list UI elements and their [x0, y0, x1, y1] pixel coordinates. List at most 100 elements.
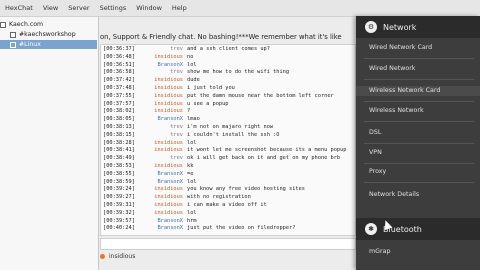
chat-row: [00:38:49] trev ok i will get back on it a…	[103, 155, 340, 162]
nick[interactable]: trev	[145, 124, 183, 131]
timestamp: [00:38:49]	[103, 155, 135, 162]
network-item[interactable]: VPN	[369, 148, 480, 158]
network-header-label: Network	[383, 22, 417, 32]
message-text: lol	[187, 139, 197, 146]
nick-button[interactable]: insidious	[100, 251, 135, 261]
chat-row: [00:38:05] BransonX lmao	[103, 116, 200, 123]
menu-item[interactable]: HexChat	[0, 4, 38, 12]
nick[interactable]: BransonX	[145, 62, 183, 69]
channel-name: #kaechsworkshop	[19, 31, 76, 38]
nick[interactable]: insidious	[145, 54, 183, 61]
menu-item[interactable]: Window	[131, 4, 167, 12]
separator	[364, 182, 474, 183]
nick[interactable]: insidious	[145, 202, 183, 209]
bluetooth-item[interactable]: mGrap	[369, 247, 480, 257]
timestamp: [00:38:53]	[103, 163, 135, 169]
network-item[interactable]: Wireless Network Card	[356, 86, 480, 96]
timestamp: [00:38:13]	[103, 124, 135, 130]
channel-icon	[10, 31, 16, 38]
message-text: ?	[187, 108, 191, 115]
chat-row: [00:37:48] insidious i just told you	[103, 85, 235, 92]
nick[interactable]: insidious	[145, 108, 183, 115]
separator	[364, 101, 474, 102]
separator	[364, 143, 474, 144]
timestamp: [00:39:31]	[103, 202, 135, 208]
chat-row: [00:40:24] BransonX just put the video on …	[103, 225, 295, 232]
timestamp: [00:39:24]	[103, 186, 135, 193]
network-item[interactable]: Proxy	[369, 167, 480, 177]
message-text: you know any free video hosting sites	[187, 186, 305, 193]
chat-row: [00:38:59] BransonX lol	[103, 179, 197, 186]
nick[interactable]: insidious	[145, 101, 183, 108]
tree-channel-item[interactable]: #kaechsworkshop	[0, 30, 97, 39]
chat-row: [00:37:55] insidious put the damn mouse ne…	[103, 93, 334, 100]
chat-row: [00:39:24] insidious you know any free vid…	[103, 186, 305, 193]
nick[interactable]: BransonX	[145, 171, 183, 178]
chat-row: [00:38:28] insidious lol	[103, 140, 197, 147]
nick[interactable]: insidious	[145, 210, 183, 217]
message-text: i can make a video off it	[187, 202, 267, 208]
nick[interactable]: trev	[145, 69, 183, 76]
nick[interactable]: insidious	[145, 85, 183, 92]
chat-row: [00:38:15] trev i couldn't install the ssh…	[103, 132, 279, 139]
network-item[interactable]: Wired Network	[369, 64, 480, 74]
user-status-icon	[100, 253, 105, 259]
message-text: dude	[187, 77, 200, 84]
timestamp: [00:39:32]	[103, 209, 135, 216]
chat-row: [00:39:31] insidious i can make a video of…	[103, 202, 267, 209]
timestamp: [00:36:37]	[103, 46, 135, 52]
menu-item[interactable]: Server	[63, 4, 94, 12]
nick[interactable]: insidious	[145, 77, 183, 84]
message-input[interactable]	[100, 238, 356, 250]
nick[interactable]: insidious	[145, 93, 183, 100]
nick[interactable]: trev	[145, 46, 183, 53]
chat-log[interactable]: [00:36:37] trev and a ssh client comes up?…	[100, 44, 356, 236]
server-name: Kaech.com	[9, 21, 44, 28]
menu-item[interactable]: Settings	[95, 4, 132, 12]
nick[interactable]: BransonX	[145, 218, 183, 225]
message-text: lol	[187, 178, 197, 185]
timestamp: [00:40:24]	[103, 225, 135, 232]
timestamp: [00:37:57]	[103, 100, 135, 107]
chat-row: [00:36:58] trev show me how to do the wifi…	[103, 69, 289, 76]
chat-row: [00:39:57] BransonX hrm	[103, 218, 197, 225]
nick[interactable]: BransonX	[145, 179, 183, 186]
chat-row: [00:36:51] BransonX lol	[103, 62, 197, 69]
network-item[interactable]: Network Details	[369, 190, 480, 200]
timestamp: [00:37:55]	[103, 92, 135, 99]
message-text: just put the video on filedropper?	[187, 225, 296, 232]
message-text: lol	[187, 209, 197, 216]
nick[interactable]: insidious	[145, 147, 183, 154]
menu-item[interactable]: View	[38, 4, 63, 12]
nick[interactable]: BransonX	[145, 225, 183, 232]
network-item[interactable]: Wired Network Card	[369, 43, 480, 53]
chat-row: [00:38:41] insidious it wont let me screen…	[103, 147, 346, 154]
nick[interactable]: trev	[145, 132, 183, 139]
tree-channel-item-selected[interactable]: #Linux	[0, 40, 97, 49]
message-text: lmao	[187, 116, 200, 123]
timestamp: [00:38:02]	[103, 108, 135, 115]
menu-item[interactable]: Help	[167, 4, 192, 12]
nick-label: insidious	[109, 252, 136, 260]
timestamp: [00:36:48]	[103, 53, 135, 60]
chat-row: [00:39:27] insidious with no registration	[103, 194, 251, 201]
nick[interactable]: insidious	[145, 194, 183, 201]
channel-tree: Kaech.com #kaechsworkshop #Linux	[0, 17, 99, 270]
network-item[interactable]: Wireless Network	[369, 106, 480, 116]
network-item[interactable]: DSL	[369, 128, 480, 138]
network-header[interactable]: ⚙ Network	[356, 16, 480, 38]
timestamp: [00:39:57]	[103, 217, 135, 224]
nick[interactable]: insidious	[145, 140, 183, 147]
tree-server-item[interactable]: Kaech.com	[0, 20, 97, 29]
message-text: show me how to do the wifi thing	[187, 69, 290, 76]
nick[interactable]: insidious	[145, 163, 183, 170]
timestamp: [00:38:15]	[103, 131, 135, 138]
chat-row: [00:38:53] insidious kk	[103, 163, 193, 170]
chat-row: [00:38:13] trev i'm not on majaro right no…	[103, 124, 273, 131]
bluetooth-header[interactable]: ✱ Bluetooth	[356, 218, 480, 240]
message-text: with no registration	[187, 194, 251, 201]
nick[interactable]: BransonX	[145, 116, 183, 123]
nick[interactable]: trev	[145, 155, 183, 162]
chat-row: [00:36:37] trev and a ssh client comes up?	[103, 46, 270, 53]
nick[interactable]: insidious	[145, 186, 183, 193]
